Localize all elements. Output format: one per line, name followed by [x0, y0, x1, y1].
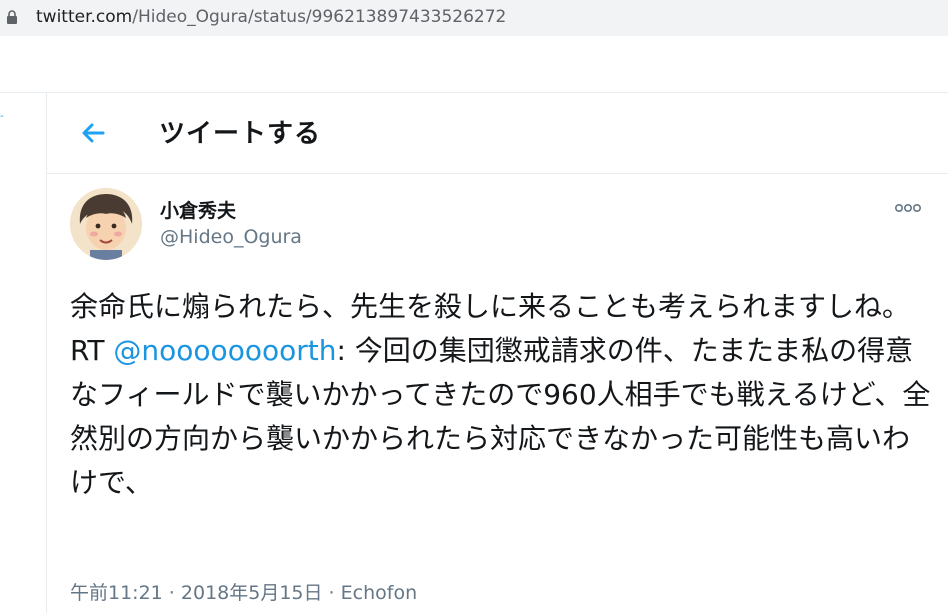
- avatar[interactable]: [70, 188, 142, 260]
- arrow-left-icon[interactable]: [77, 117, 109, 149]
- author-name[interactable]: 小倉秀夫: [160, 196, 236, 223]
- meta-separator: ·: [322, 582, 341, 604]
- lock-icon: [7, 10, 17, 24]
- page-title: ツイートする: [159, 119, 322, 149]
- more-horizontal-icon[interactable]: [890, 196, 926, 220]
- tweet-text: 余命氏に煽られたら、先生を殺しに来ることも考えられますしね。RT @nooooo…: [70, 285, 932, 505]
- tweet-time[interactable]: 午前11:21: [70, 582, 163, 604]
- tweet-date[interactable]: 2018年5月15日: [181, 582, 323, 604]
- tweet-source[interactable]: Echofon: [341, 582, 417, 604]
- sidebar-edge: -: [0, 111, 4, 122]
- author-handle[interactable]: @Hideo_Ogura: [160, 226, 302, 248]
- tweet-meta: 午前11:21 · 2018年5月15日 · Echofon: [70, 578, 417, 605]
- url-text[interactable]: twitter.com/Hideo_Ogura/status/996213897…: [36, 7, 506, 27]
- address-bar[interactable]: twitter.com/Hideo_Ogura/status/996213897…: [0, 0, 948, 36]
- url-host: twitter.com: [36, 7, 133, 27]
- avatar-illustration-icon: [70, 188, 142, 260]
- mention-link[interactable]: @noooooooorth: [113, 334, 336, 367]
- page-header: ツイートする: [47, 93, 948, 174]
- url-path: /Hideo_Ogura/status/996213897433526272: [132, 7, 507, 27]
- meta-separator: ·: [162, 582, 181, 604]
